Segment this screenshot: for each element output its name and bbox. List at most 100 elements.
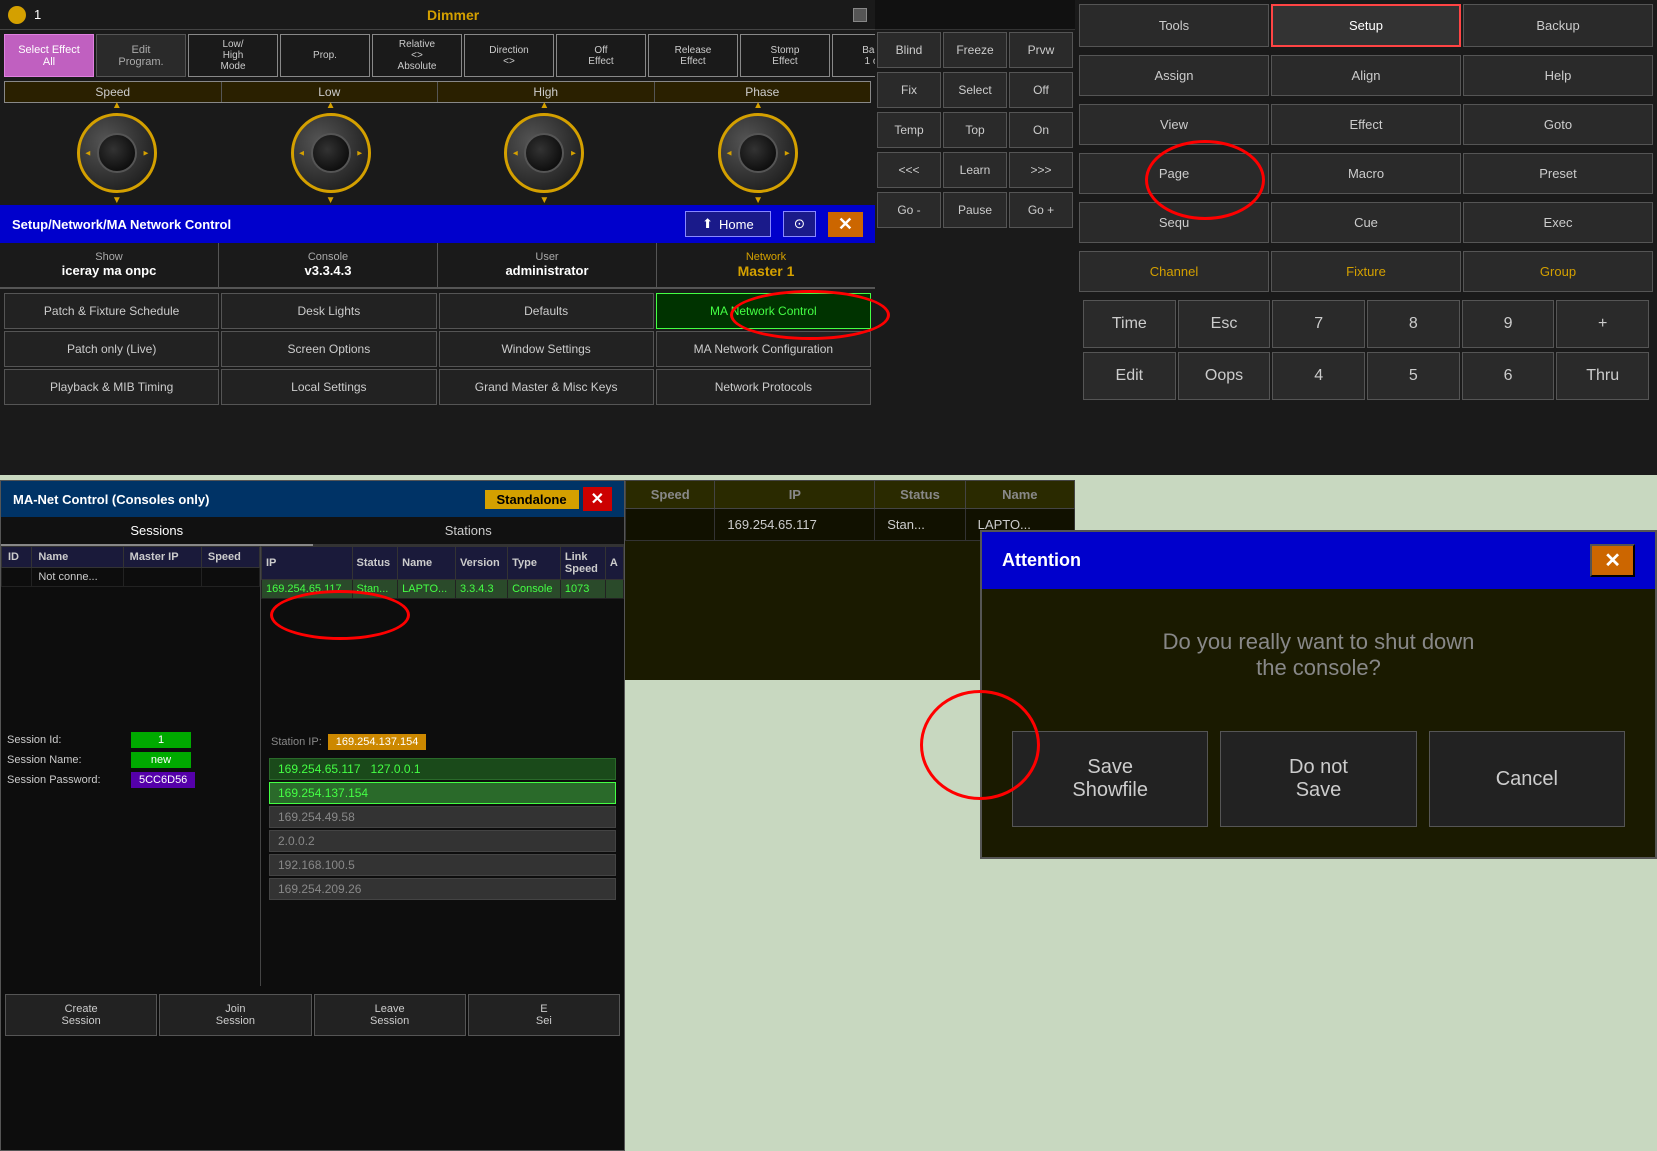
session-row[interactable]: Not conne...: [2, 568, 260, 587]
window-settings-btn[interactable]: Window Settings: [439, 331, 654, 367]
release-effect-btn[interactable]: ReleaseEffect: [648, 34, 738, 77]
local-settings-btn[interactable]: Local Settings: [221, 369, 436, 405]
prvw-btn[interactable]: Prvw: [1009, 32, 1073, 68]
extra-sei-btn[interactable]: ESei: [468, 994, 620, 1036]
select-effect-btn[interactable]: Select EffectAll: [4, 34, 94, 77]
fixture-btn[interactable]: Fixture: [1271, 251, 1461, 292]
station-row[interactable]: 169.254.65.117 Stan... LAPTO... 3.3.4.3 …: [262, 580, 624, 599]
ma-network-control-btn[interactable]: MA Network Control: [656, 293, 871, 329]
edit-btn[interactable]: Edit: [1083, 352, 1176, 400]
join-session-btn[interactable]: JoinSession: [159, 994, 311, 1036]
low-high-mode-btn[interactable]: Low/HighMode: [188, 34, 278, 77]
defaults-btn[interactable]: Defaults: [439, 293, 654, 329]
oops-btn[interactable]: Oops: [1178, 352, 1271, 400]
ip-item-5[interactable]: 192.168.100.5: [269, 854, 616, 876]
num-7-btn[interactable]: 7: [1272, 300, 1365, 348]
low-knob[interactable]: ◄ ►: [291, 113, 371, 193]
home-button[interactable]: ⬆ Home: [685, 211, 771, 237]
goto-btn[interactable]: Goto: [1463, 104, 1653, 145]
patch-fixture-btn[interactable]: Patch & Fixture Schedule: [4, 293, 219, 329]
num-5-btn[interactable]: 5: [1367, 352, 1460, 400]
num-8-btn[interactable]: 8: [1367, 300, 1460, 348]
setup-close-button[interactable]: ✕: [828, 212, 863, 237]
ip-item-3[interactable]: 169.254.49.58: [269, 806, 616, 828]
effect-btn[interactable]: Effect: [1271, 104, 1461, 145]
macro-btn[interactable]: Macro: [1271, 153, 1461, 194]
patch-only-btn[interactable]: Patch only (Live): [4, 331, 219, 367]
off-effect-btn[interactable]: OffEffect: [556, 34, 646, 77]
direction-btn[interactable]: Direction<>: [464, 34, 554, 77]
freeze-btn[interactable]: Freeze: [943, 32, 1007, 68]
top-btn[interactable]: Top: [943, 112, 1007, 148]
time-btn[interactable]: Time: [1083, 300, 1176, 348]
ip-item-1[interactable]: 169.254.65.117 127.0.0.1: [269, 758, 616, 780]
create-session-btn[interactable]: CreateSession: [5, 994, 157, 1036]
sessions-tab[interactable]: Sessions: [1, 517, 313, 546]
cue-btn[interactable]: Cue: [1271, 202, 1461, 243]
assign-btn[interactable]: Assign: [1079, 55, 1269, 96]
view-btn[interactable]: View: [1079, 104, 1269, 145]
speed-knob[interactable]: ◄ ►: [77, 113, 157, 193]
leave-session-btn[interactable]: LeaveSession: [314, 994, 466, 1036]
page-btn[interactable]: Page: [1079, 153, 1269, 194]
align-btn[interactable]: Align: [1271, 55, 1461, 96]
playback-mib-btn[interactable]: Playback & MIB Timing: [4, 369, 219, 405]
window-close-btn[interactable]: [853, 8, 867, 22]
manet-columns: ID Name Master IP Speed Not conne...: [1, 546, 624, 726]
plus-btn[interactable]: +: [1556, 300, 1649, 348]
learn-btn[interactable]: Learn: [943, 152, 1007, 188]
select-btn[interactable]: Select: [943, 72, 1007, 108]
preset-btn[interactable]: Preset: [1463, 153, 1653, 194]
setup-btn[interactable]: Setup: [1271, 4, 1461, 47]
high-knob[interactable]: ◄ ►: [504, 113, 584, 193]
ip-item-4[interactable]: 2.0.0.2: [269, 830, 616, 852]
num-9-btn[interactable]: 9: [1462, 300, 1555, 348]
station-header-type: Type: [508, 547, 561, 580]
ma-network-config-btn[interactable]: MA Network Configuration: [656, 331, 871, 367]
thru-btn[interactable]: Thru: [1556, 352, 1649, 400]
num-4-btn[interactable]: 4: [1272, 352, 1365, 400]
camera-button[interactable]: ⊙: [783, 211, 816, 237]
stomp-effect-btn[interactable]: StompEffect: [740, 34, 830, 77]
cancel-btn[interactable]: Cancel: [1429, 731, 1625, 827]
manet-close-btn[interactable]: ✕: [583, 487, 612, 511]
station-ip-label: Station IP:: [271, 736, 322, 748]
prev-btn[interactable]: <<<: [877, 152, 941, 188]
relative-absolute-btn[interactable]: Relative<>Absolute: [372, 34, 462, 77]
save-showfile-btn[interactable]: SaveShowfile: [1012, 731, 1208, 827]
next-btn[interactable]: >>>: [1009, 152, 1073, 188]
attention-close-btn[interactable]: ✕: [1590, 544, 1635, 577]
screen-options-btn[interactable]: Screen Options: [221, 331, 436, 367]
user-cell: User administrator: [438, 243, 657, 287]
attention-body: Do you really want to shut downthe conso…: [982, 589, 1655, 711]
channel-btn[interactable]: Channel: [1079, 251, 1269, 292]
pause-btn[interactable]: Pause: [943, 192, 1007, 228]
backup-btn[interactable]: Backup: [1463, 4, 1653, 47]
prop-btn[interactable]: Prop.: [280, 34, 370, 77]
phase-knob[interactable]: ◄ ►: [718, 113, 798, 193]
off-btn[interactable]: Off: [1009, 72, 1073, 108]
fix-btn[interactable]: Fix: [877, 72, 941, 108]
do-not-save-btn[interactable]: Do notSave: [1220, 731, 1416, 827]
network-protocols-btn[interactable]: Network Protocols: [656, 369, 871, 405]
ip-item-2[interactable]: 169.254.137.154: [269, 782, 616, 804]
esc-btn[interactable]: Esc: [1178, 300, 1271, 348]
ip-item-6[interactable]: 169.254.209.26: [269, 878, 616, 900]
help-btn[interactable]: Help: [1463, 55, 1653, 96]
on-btn[interactable]: On: [1009, 112, 1073, 148]
group-btn[interactable]: Group: [1463, 251, 1653, 292]
sessions-header-id: ID: [2, 547, 32, 568]
tools-btn[interactable]: Tools: [1079, 4, 1269, 47]
go-minus-btn[interactable]: Go -: [877, 192, 941, 228]
network-label: Network: [661, 251, 871, 263]
stations-tab[interactable]: Stations: [313, 517, 625, 546]
edit-program-btn[interactable]: EditProgram.: [96, 34, 186, 77]
exec-btn[interactable]: Exec: [1463, 202, 1653, 243]
go-plus-btn[interactable]: Go +: [1009, 192, 1073, 228]
blind-btn[interactable]: Blind: [877, 32, 941, 68]
temp-btn[interactable]: Temp: [877, 112, 941, 148]
num-6-btn[interactable]: 6: [1462, 352, 1555, 400]
desk-lights-btn[interactable]: Desk Lights: [221, 293, 436, 329]
sequ-btn[interactable]: Sequ: [1079, 202, 1269, 243]
grand-master-btn[interactable]: Grand Master & Misc Keys: [439, 369, 654, 405]
